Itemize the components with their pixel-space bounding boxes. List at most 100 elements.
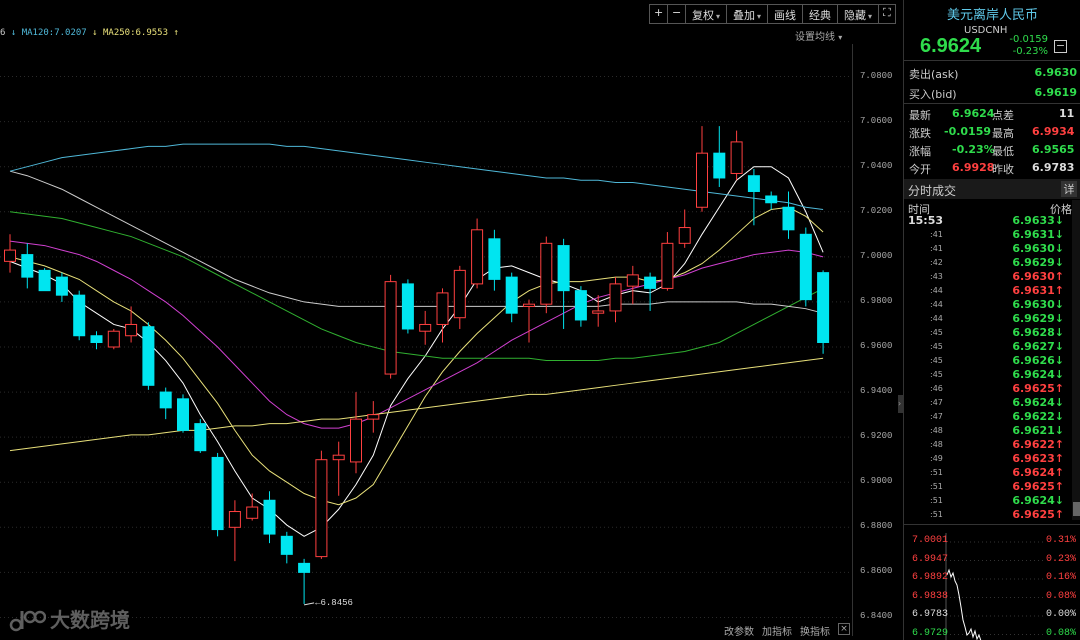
candle-body — [142, 326, 155, 386]
candle[interactable] — [125, 306, 138, 343]
candle[interactable] — [350, 392, 362, 474]
candle[interactable] — [609, 277, 622, 323]
tick-price-value: 6.9621 — [1012, 424, 1055, 437]
candle[interactable] — [55, 272, 68, 302]
add-indicator-button[interactable]: 加指标 — [762, 623, 792, 638]
candle[interactable] — [401, 279, 414, 334]
tick-time: :45 — [930, 328, 943, 337]
candle[interactable] — [765, 191, 778, 210]
arrow-up-icon: ↑ — [1054, 284, 1064, 297]
ma-settings-button[interactable]: 设置均线 ▾ — [795, 28, 842, 43]
candle[interactable] — [817, 270, 830, 354]
tick-time: :41 — [930, 230, 943, 239]
candle-body — [55, 276, 68, 296]
candle[interactable] — [419, 310, 432, 345]
candle-body — [107, 330, 120, 348]
draw-line-button[interactable]: 画线 — [766, 4, 802, 24]
intraday-mini-chart[interactable]: 7.0001 0.31% 6.9947 0.23% 6.9892 0.16% 6.9838 0… — [904, 524, 1080, 640]
candle[interactable] — [505, 272, 518, 323]
range-value: -0.23% — [952, 143, 995, 156]
candle[interactable] — [453, 265, 466, 329]
tick-price: 6.9631↑ — [1012, 284, 1064, 297]
kline-chart[interactable]: ←6.8456 — [0, 0, 852, 640]
zoom-out-button[interactable]: − — [666, 4, 685, 24]
candle[interactable] — [540, 236, 553, 314]
candle[interactable] — [107, 328, 120, 350]
chevron-down-icon: ▾ — [756, 12, 761, 21]
arrow-up-icon: ↑ — [1054, 466, 1064, 479]
candle[interactable] — [730, 130, 743, 181]
tick-price: 6.9630↑ — [1012, 270, 1064, 283]
candle[interactable] — [367, 401, 380, 433]
candle[interactable] — [194, 419, 207, 453]
candle[interactable] — [523, 299, 535, 343]
candle[interactable] — [280, 531, 293, 564]
candle[interactable] — [574, 286, 587, 327]
candle[interactable] — [38, 268, 51, 292]
remove-watch-button[interactable]: − — [1054, 40, 1067, 53]
kline-chart-area[interactable]: ←6.8456 + − 复权 ▾ 叠加 ▾ 画线 经典 隐藏 ▾ ⛶ 6 ↓ MA12… — [0, 0, 898, 640]
overlay-button[interactable]: 叠加 ▾ — [725, 4, 767, 24]
adjust-button[interactable]: 复权 ▾ — [684, 4, 726, 24]
tick-row: :48 6.9621↓ — [904, 424, 1072, 438]
mini-price-label: 7.0001 — [912, 535, 949, 546]
candle[interactable] — [384, 274, 397, 379]
switch-indicator-button[interactable]: 换指标 — [800, 623, 830, 638]
edit-params-button[interactable]: 改参数 — [724, 623, 754, 638]
candle[interactable] — [696, 126, 708, 212]
candle[interactable] — [678, 209, 691, 248]
tick-scrollbar[interactable] — [1072, 200, 1080, 520]
arrow-down-icon: ↓ — [1054, 354, 1064, 367]
candle[interactable] — [263, 491, 276, 544]
range-label: 涨幅 — [909, 145, 931, 158]
candle-body — [367, 414, 380, 420]
candle-body — [678, 227, 691, 244]
ticks-detail-button[interactable]: 详 — [1061, 181, 1077, 197]
high-value: 6.9934 — [1032, 125, 1075, 138]
candle[interactable] — [315, 450, 328, 559]
candle-body — [592, 310, 605, 314]
tick-price-value: 6.9625 — [1012, 508, 1055, 521]
candle[interactable] — [471, 218, 484, 289]
candle[interactable] — [73, 290, 86, 341]
candle[interactable] — [246, 493, 259, 521]
candle[interactable] — [713, 126, 726, 187]
expand-icon[interactable]: ⛶ — [878, 4, 896, 24]
arrow-down-icon: ↓ — [1054, 396, 1064, 409]
candle[interactable] — [142, 322, 155, 390]
arrow-up-icon: ↑ — [1054, 438, 1064, 451]
zoom-in-button[interactable]: + — [648, 4, 667, 24]
tick-price: 6.9624↓ — [1012, 396, 1064, 409]
candle[interactable] — [159, 387, 172, 420]
tick-time: :45 — [930, 370, 943, 379]
arrow-down-icon: ↓ — [1054, 494, 1064, 507]
mini-pct-label: 0.16% — [1046, 572, 1077, 583]
arrow-down-icon: ↓ — [1054, 228, 1064, 241]
tick-row: :51 6.9625↑ — [904, 508, 1072, 522]
candle-body — [401, 283, 414, 330]
candle[interactable] — [626, 265, 639, 305]
arrow-down-icon: ↓ — [1054, 242, 1064, 255]
candle-body — [211, 456, 224, 531]
candle[interactable] — [298, 558, 311, 604]
candle[interactable] — [228, 500, 241, 562]
candle[interactable] — [21, 243, 34, 289]
candle[interactable] — [488, 229, 501, 291]
price-change: -0.0159 — [1009, 34, 1048, 45]
low-annotation-arrow — [304, 602, 315, 606]
hide-button[interactable]: 隐藏 ▾ — [836, 4, 878, 24]
classic-button[interactable]: 经典 — [801, 4, 837, 24]
close-icon[interactable]: × — [838, 623, 850, 635]
candle[interactable] — [211, 452, 224, 537]
candle[interactable] — [799, 227, 812, 307]
candle[interactable] — [4, 234, 16, 273]
chevron-down-icon: ▾ — [838, 33, 843, 42]
candle[interactable] — [177, 394, 189, 433]
scrollbar-thumb[interactable] — [1073, 502, 1080, 516]
low-value: 6.9565 — [1032, 143, 1075, 156]
candle[interactable] — [661, 232, 674, 291]
candle[interactable] — [782, 191, 795, 239]
mini-price-label: 6.9947 — [912, 553, 949, 565]
candle[interactable] — [332, 441, 345, 496]
candle[interactable] — [644, 272, 657, 311]
